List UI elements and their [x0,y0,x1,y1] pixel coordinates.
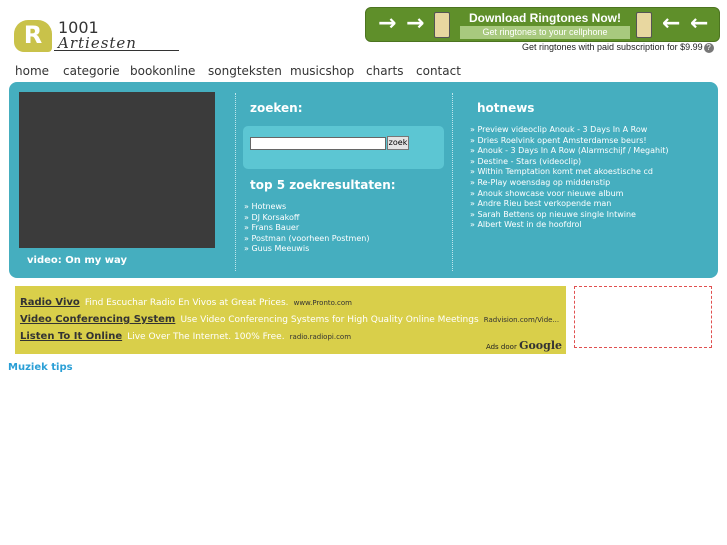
top-results-heading: top 5 zoekresultaten: [250,178,396,192]
help-icon[interactable]: ? [703,43,714,53]
ad-text: Live Over The Internet. 100% Free. [127,332,285,342]
muziek-tips-heading: Muziek tips [8,362,73,373]
search-button[interactable]: zoek [387,136,409,150]
phone-icon [636,12,652,38]
nav-songteksten[interactable]: songteksten [208,64,282,78]
arrow-left-icon: ← [662,11,681,36]
banner-subtitle: Get ringtones to your cellphone [460,26,630,39]
nav-contact[interactable]: contact [416,64,461,78]
logo-mark: R [14,20,52,52]
nav-categorie[interactable]: categorie [63,64,120,78]
google-brand: Google [519,339,562,352]
nav-home[interactable]: home [15,64,49,78]
banner-caption-text: Get ringtones with paid subscription for… [522,42,703,52]
hotnews-list: Preview videoclip Anouk - 3 Days In A Ro… [470,125,669,231]
site-logo[interactable]: R 1001 Artiesten [14,18,179,54]
ringtones-banner[interactable]: → → Download Ringtones Now! Get ringtone… [365,7,720,42]
ads-by-google[interactable]: Ads door Google [486,339,562,352]
ad-title[interactable]: Listen To It Online [20,331,122,342]
ad-url[interactable]: www.Pronto.com [294,299,352,307]
arrow-left-icon: ← [690,11,709,36]
video-label: video: On my way [27,255,127,266]
top-results-list: Hotnews DJ Korsakoff Frans Bauer Postman… [244,202,369,255]
hotnews-item[interactable]: Preview videoclip Anouk - 3 Days In A Ro… [470,125,669,136]
hotnews-heading: hotnews [477,101,535,115]
google-ads-block: Radio Vivo Find Escuchar Radio En Vivos … [15,286,566,354]
search-input[interactable] [250,137,386,150]
arrow-right-icon: → [406,11,425,36]
top-result-link[interactable]: Frans Bauer [244,223,369,234]
phone-icon [434,12,450,38]
hotnews-item[interactable]: Re-Play woensdag op middenstip [470,178,669,189]
nav-musicshop[interactable]: musicshop [290,64,354,78]
hotnews-item[interactable]: Anouk showcase voor nieuwe album [470,189,669,200]
column-divider [235,93,236,271]
ad-url[interactable]: Radvision.com/Vide... [484,316,559,324]
top-result-link[interactable]: Guus Meeuwis [244,244,369,255]
nav-charts[interactable]: charts [366,64,403,78]
top-result-link[interactable]: Postman (voorheen Postmen) [244,234,369,245]
ad-url[interactable]: radio.radiopi.com [290,333,351,341]
column-divider [452,93,453,271]
nav-bookonline[interactable]: bookonline [130,64,195,78]
top-result-link[interactable]: DJ Korsakoff [244,213,369,224]
ad-placeholder [574,286,712,348]
search-heading: zoeken: [250,101,303,115]
hotnews-item[interactable]: Within Temptation komt met akoestische c… [470,167,669,178]
banner-caption: Get ringtones with paid subscription for… [522,42,714,53]
arrow-right-icon: → [378,11,397,36]
video-player[interactable] [19,92,215,248]
hotnews-item[interactable]: Albert West in de hoofdrol [470,220,669,231]
hotnews-item[interactable]: Destine - Stars (videoclip) [470,157,669,168]
logo-underline [54,50,179,51]
hotnews-item[interactable]: Sarah Bettens op nieuwe single Intwine [470,210,669,221]
banner-title: Download Ringtones Now! [469,11,621,25]
hotnews-item[interactable]: Andre Rieu best verkopende man [470,199,669,210]
top-result-link[interactable]: Hotnews [244,202,369,213]
ad-item[interactable]: Listen To It Online Live Over The Intern… [20,324,351,343]
ads-by-label: Ads door [485,343,517,351]
hotnews-item[interactable]: Anouk - 3 Days In A Row (Alarmschijf / M… [470,146,668,157]
hotnews-item[interactable]: Dries Roelvink opent Amsterdamse beurs! [470,136,669,147]
